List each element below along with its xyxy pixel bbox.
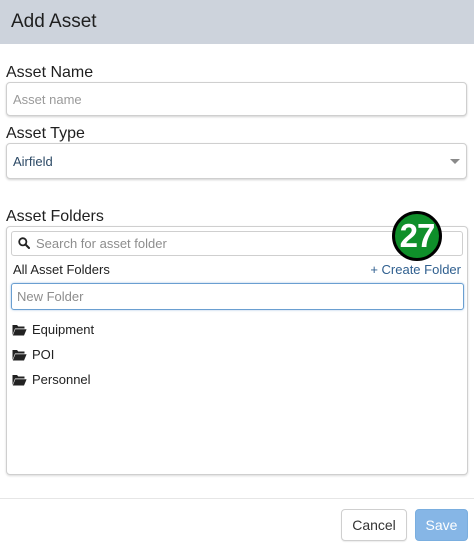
footer-divider	[0, 498, 474, 499]
folder-label: Equipment	[32, 322, 95, 337]
folder-label: Personnel	[32, 372, 91, 387]
step-number: 27	[399, 217, 436, 254]
folder-item-equipment[interactable]: Equipment	[12, 317, 94, 342]
search-icon	[18, 237, 30, 249]
create-folder-link[interactable]: + Create Folder	[370, 262, 461, 277]
asset-name-input[interactable]	[7, 83, 466, 115]
save-button[interactable]: Save	[415, 509, 468, 541]
asset-name-field-wrapper	[6, 82, 467, 116]
folder-label: POI	[32, 347, 55, 362]
asset-type-selected-value: Airfield	[13, 154, 53, 169]
folder-open-icon	[12, 324, 27, 335]
folder-item-poi[interactable]: POI	[12, 342, 94, 367]
dialog-header: Add Asset	[0, 0, 474, 44]
step-number-badge: 27	[392, 211, 442, 261]
folder-open-icon	[12, 349, 27, 360]
asset-folders-panel: All Asset Folders + Create Folder Equipm…	[6, 226, 468, 475]
caret-down-icon	[450, 159, 460, 164]
folder-list: Equipment POI Personnel	[12, 317, 94, 392]
asset-folders-label: Asset Folders	[6, 208, 104, 225]
asset-type-select[interactable]: Airfield	[6, 143, 467, 179]
folder-item-personnel[interactable]: Personnel	[12, 367, 94, 392]
new-folder-input[interactable]	[12, 284, 463, 309]
folder-open-icon	[12, 374, 27, 385]
cancel-button[interactable]: Cancel	[341, 509, 407, 541]
all-asset-folders-item[interactable]: All Asset Folders	[13, 262, 110, 277]
dialog-title: Add Asset	[11, 11, 97, 32]
new-folder-field-wrapper	[11, 283, 464, 310]
asset-name-label: Asset Name	[6, 64, 94, 81]
asset-type-label: Asset Type	[6, 125, 85, 142]
